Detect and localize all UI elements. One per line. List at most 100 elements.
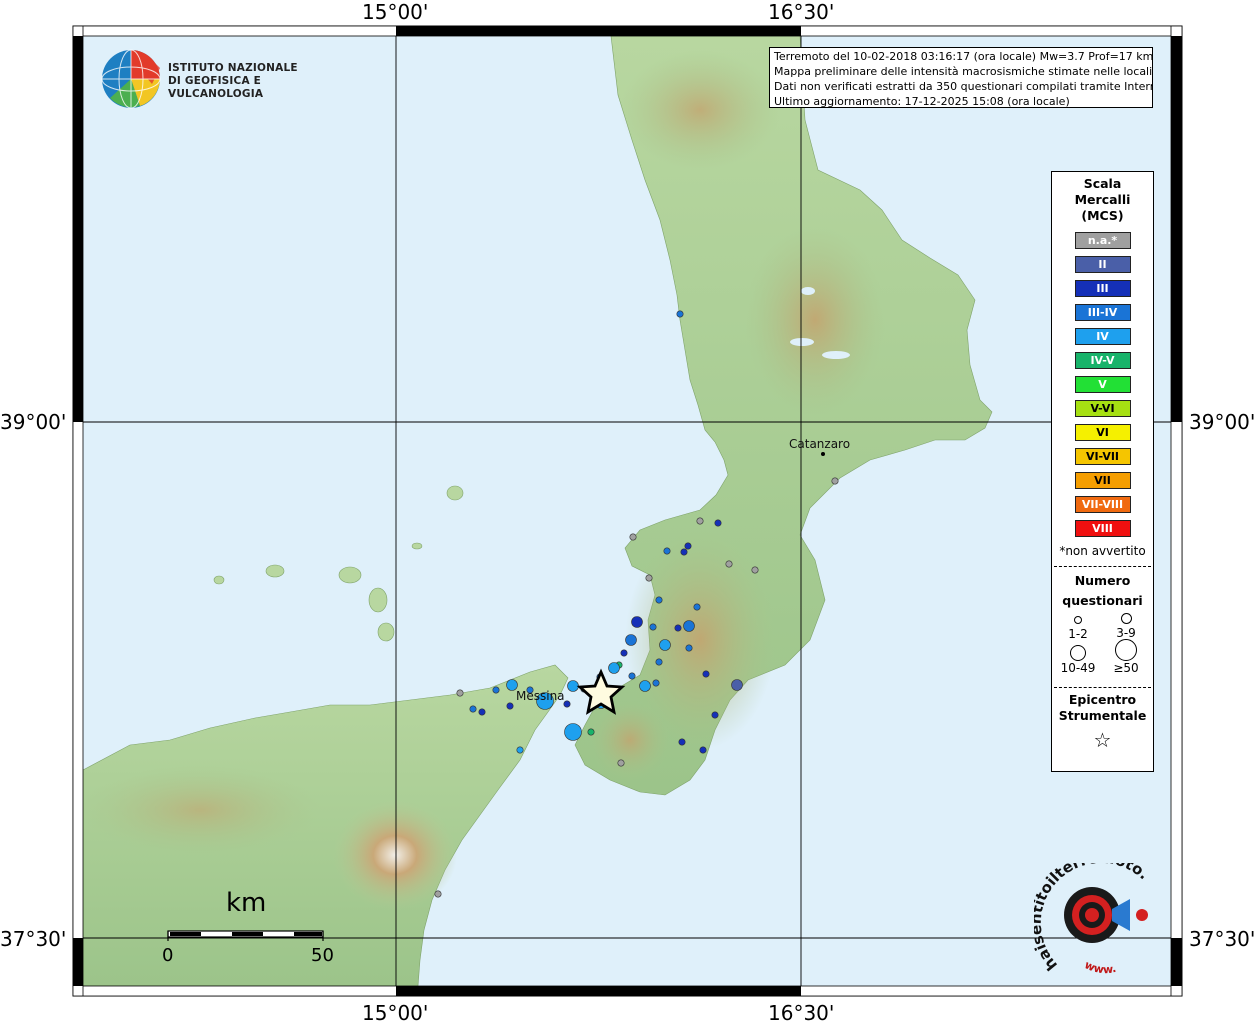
intensity-class-9: VI-VII: [1074, 448, 1131, 465]
intensity-class-11: VII-VIII: [1074, 496, 1131, 513]
intensity-point: [506, 702, 514, 710]
lon-label-top-2: 16°30': [768, 0, 835, 24]
info-line-2: Mappa preliminare delle intensità macros…: [774, 65, 1153, 78]
legend-title: Scala Mercalli (MCS): [1052, 176, 1153, 224]
questionari-title-line2: questionari: [1062, 593, 1143, 608]
epicentro-title-line2: Strumentale: [1058, 708, 1147, 723]
intensity-point: [676, 310, 684, 318]
intensity-point: [751, 566, 759, 574]
intensity-class-6: V: [1074, 376, 1131, 393]
lat-label-left-2: 37°30': [0, 927, 67, 951]
intensity-point: [674, 624, 682, 632]
intensity-point: [434, 890, 442, 898]
intensity-class-2: III: [1074, 280, 1131, 297]
city-label-catanzaro: Catanzaro: [789, 437, 851, 451]
intensity-point: [655, 658, 663, 666]
intensity-scale-list: n.a.* II III III-IV IV IV-V V V-VI VI VI-VII VII VI…: [1052, 232, 1153, 537]
questionari-title-line1: Numero: [1074, 573, 1131, 588]
intensity-point: [628, 672, 636, 680]
event-info-box: Terremoto del 10-02-2018 03:16:17 (ora l…: [769, 47, 1153, 108]
ingv-name-line1: ISTITUTO NAZIONALE: [168, 62, 298, 74]
intensity-point: [469, 705, 477, 713]
questionari-label-4: ≥50: [1113, 661, 1139, 675]
questionari-size-1: 1-2: [1058, 613, 1098, 641]
non-avvertito-note: *non avvertito: [1059, 544, 1146, 558]
legend-separator-2: [1054, 687, 1151, 688]
intensity-point: [680, 548, 688, 556]
intensity-point: [663, 547, 671, 555]
lat-label-left-1: 39°00': [0, 410, 67, 434]
circle-small-icon: [1074, 616, 1082, 624]
questionari-label-1: 1-2: [1068, 627, 1088, 641]
intensity-class-10: VII: [1074, 472, 1131, 489]
haisentito-logo: haisentitoilterremoto.it www.: [1034, 863, 1153, 975]
intensity-point: [684, 542, 692, 550]
scale-max: 50: [311, 945, 334, 966]
ingv-logo: ISTITUTO NAZIONALE DI GEOFISICA E VULCAN…: [100, 48, 310, 110]
legend-title-line3: (MCS): [1081, 208, 1124, 223]
intensity-point: [516, 746, 524, 754]
info-line-1: Terremoto del 10-02-2018 03:16:17 (ora l…: [774, 50, 1153, 63]
ingv-globe-icon: [101, 49, 161, 109]
epicenter-star-icon: ☆: [1093, 728, 1112, 752]
intensity-point: [655, 596, 663, 604]
intensity-point: [492, 686, 500, 694]
legend-separator: [1054, 566, 1151, 567]
info-line-4: Ultimo aggiornamento: 17-12-2025 15:08 (…: [774, 95, 1070, 108]
intensity-point: [699, 746, 707, 754]
circle-large-icon: [1070, 645, 1086, 661]
intensity-point: [831, 477, 839, 485]
intensity-point: [608, 662, 620, 674]
intensity-class-7: V-VI: [1074, 400, 1131, 417]
intensity-point: [645, 574, 653, 582]
questionari-label-2: 3-9: [1116, 626, 1136, 640]
circle-medium-icon: [1120, 613, 1132, 624]
intensity-class-5: IV-V: [1074, 352, 1131, 369]
intensity-point: [652, 679, 660, 687]
intensity-point: [625, 634, 637, 646]
intensity-point: [693, 603, 701, 611]
hsl-logo-www: www.: [1083, 958, 1118, 975]
intensity-point: [696, 517, 704, 525]
svg-text:www.: www.: [1083, 958, 1118, 975]
scale-min: 0: [162, 945, 174, 966]
intensity-class-1: II: [1074, 256, 1131, 273]
intensity-point: [711, 711, 719, 719]
intensity-point: [683, 620, 695, 632]
intensity-point: [702, 670, 710, 678]
legend-title-line2: Mercalli: [1074, 192, 1131, 207]
intensity-point: [620, 649, 628, 657]
circle-xlarge-icon: [1115, 639, 1137, 661]
intensity-point: [685, 644, 693, 652]
intensity-class-8: VI: [1074, 424, 1131, 441]
intensity-point: [639, 680, 651, 692]
intensity-point: [714, 519, 722, 527]
lat-label-right-1: 39°00': [1189, 410, 1255, 434]
intensity-point: [725, 560, 733, 568]
questionari-label-3: 10-49: [1060, 661, 1096, 675]
intensity-class-3: III-IV: [1074, 304, 1131, 321]
lon-label-top-1: 15°00': [362, 0, 429, 24]
lat-label-right-2: 37°30': [1189, 927, 1255, 951]
intensity-point: [617, 759, 625, 767]
intensity-point: [649, 623, 657, 631]
city-label-messina: Messina: [516, 689, 565, 703]
intensity-point: [659, 639, 671, 651]
ingv-name-line2: DI GEOFISICA E VULCANOLOGIA: [168, 75, 264, 100]
questionari-size-4: ≥50: [1106, 639, 1146, 675]
questionari-title: Numero questionari: [1052, 571, 1153, 611]
intensity-class-12: VIII: [1074, 520, 1131, 537]
intensity-point: [731, 679, 743, 691]
intensity-point: [678, 738, 686, 746]
intensity-point: [563, 700, 571, 708]
legend-title-line1: Scala: [1083, 176, 1122, 191]
intensity-point: [629, 533, 637, 541]
intensity-point: [631, 616, 643, 628]
questionari-size-2: 3-9: [1106, 613, 1146, 640]
intensity-point: [587, 728, 595, 736]
questionari-symbols: 1-2 3-9 10-49 ≥50: [1052, 611, 1153, 679]
intensity-point: [564, 723, 582, 741]
info-line-3: Dati non verificati estratti da 350 ques…: [774, 80, 1153, 93]
intensity-point: [456, 689, 464, 697]
epicentro-title-line1: Epicentro: [1068, 692, 1137, 707]
